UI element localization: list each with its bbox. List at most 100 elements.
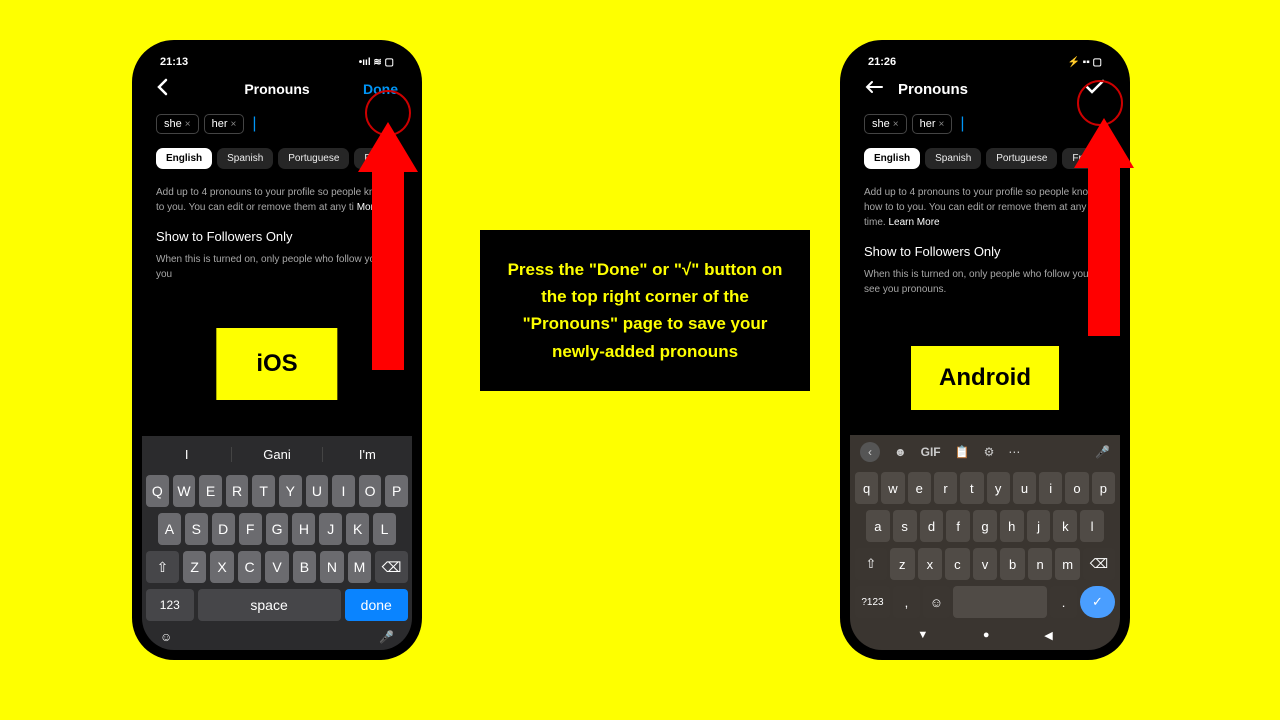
numeric-key[interactable]: ?123 <box>855 586 890 618</box>
keyboard-suggestions: I Gani I'm <box>142 436 412 472</box>
key[interactable]: E <box>199 475 222 507</box>
key[interactable]: J <box>319 513 342 545</box>
numeric-key[interactable]: 123 <box>146 589 194 621</box>
key[interactable]: R <box>226 475 249 507</box>
gif-button[interactable]: GIF <box>921 445 941 459</box>
nav-menu-icon[interactable]: ▼ <box>917 629 928 642</box>
key[interactable]: b <box>1000 548 1025 580</box>
key[interactable]: Y <box>279 475 302 507</box>
key[interactable]: y <box>987 472 1010 504</box>
key[interactable]: U <box>306 475 329 507</box>
key[interactable]: u <box>1013 472 1036 504</box>
key[interactable]: W <box>173 475 196 507</box>
key[interactable]: q <box>855 472 878 504</box>
remove-icon: × <box>231 119 237 130</box>
key[interactable]: I <box>332 475 355 507</box>
back-arrow-icon[interactable] <box>864 80 884 99</box>
key[interactable]: F <box>239 513 262 545</box>
text-cursor: | <box>252 115 256 133</box>
shift-key[interactable]: ⇧ <box>146 551 179 583</box>
key[interactable]: A <box>158 513 181 545</box>
emoji-icon[interactable]: ☺ <box>160 630 172 644</box>
pronoun-chip[interactable]: her× <box>204 114 245 134</box>
section-label: Show to Followers Only <box>864 244 1001 259</box>
nav-home-icon[interactable]: ● <box>983 629 990 642</box>
key[interactable]: D <box>212 513 235 545</box>
android-time: 21:26 <box>868 56 896 68</box>
key[interactable]: h <box>1000 510 1024 542</box>
sticker-icon[interactable]: ☻ <box>894 445 907 459</box>
pronoun-chip[interactable]: she× <box>156 114 199 134</box>
key[interactable]: C <box>238 551 261 583</box>
key[interactable]: c <box>945 548 970 580</box>
key[interactable]: f <box>946 510 970 542</box>
key[interactable]: B <box>293 551 316 583</box>
shift-key[interactable]: ⇧ <box>855 548 887 580</box>
key[interactable]: r <box>934 472 957 504</box>
space-key[interactable] <box>953 586 1047 618</box>
key[interactable]: M <box>348 551 371 583</box>
key[interactable]: Q <box>146 475 169 507</box>
collapse-icon[interactable]: ‹ <box>860 442 880 462</box>
key[interactable]: j <box>1027 510 1051 542</box>
key[interactable]: O <box>359 475 382 507</box>
keyboard-toolbar: ‹ ☻ GIF 📋 ⚙ ⋯ 🎤 <box>850 435 1120 469</box>
mic-icon[interactable]: 🎤 <box>379 630 394 644</box>
key[interactable]: T <box>252 475 275 507</box>
lang-pill[interactable]: Portuguese <box>986 148 1057 169</box>
pronoun-chip[interactable]: her× <box>912 114 953 134</box>
key[interactable]: a <box>866 510 890 542</box>
clipboard-icon[interactable]: 📋 <box>955 445 970 459</box>
key[interactable]: s <box>893 510 917 542</box>
more-icon[interactable]: ⋯ <box>1008 445 1020 459</box>
key[interactable]: k <box>1053 510 1077 542</box>
key[interactable]: v <box>973 548 998 580</box>
key[interactable]: e <box>908 472 931 504</box>
keyboard-done-key[interactable]: done <box>345 589 409 621</box>
lang-pill[interactable]: Spanish <box>925 148 981 169</box>
key[interactable]: H <box>292 513 315 545</box>
key[interactable]: m <box>1055 548 1080 580</box>
key[interactable]: w <box>881 472 904 504</box>
mic-icon[interactable]: 🎤 <box>1095 445 1110 459</box>
key[interactable]: K <box>346 513 369 545</box>
key[interactable]: P <box>385 475 408 507</box>
nav-back-icon[interactable]: ◀ <box>1044 629 1052 642</box>
comma-key[interactable]: , <box>893 586 920 618</box>
key[interactable]: p <box>1092 472 1115 504</box>
suggestion[interactable]: Gani <box>232 447 322 462</box>
suggestion[interactable]: I'm <box>323 447 412 462</box>
key[interactable]: t <box>960 472 983 504</box>
space-key[interactable]: space <box>198 589 341 621</box>
period-key[interactable]: . <box>1050 586 1077 618</box>
backspace-key[interactable]: ⌫ <box>375 551 408 583</box>
key[interactable]: V <box>265 551 288 583</box>
pronoun-chip[interactable]: she× <box>864 114 907 134</box>
key[interactable]: i <box>1039 472 1062 504</box>
key[interactable]: n <box>1028 548 1053 580</box>
key[interactable]: x <box>918 548 943 580</box>
lang-pill[interactable]: English <box>864 148 920 169</box>
key[interactable]: d <box>920 510 944 542</box>
key[interactable]: X <box>210 551 233 583</box>
lang-pill[interactable]: Spanish <box>217 148 273 169</box>
remove-icon: × <box>185 119 191 130</box>
key[interactable]: Z <box>183 551 206 583</box>
os-label-ios: iOS <box>216 328 337 400</box>
backspace-key[interactable]: ⌫ <box>1083 548 1115 580</box>
key[interactable]: o <box>1065 472 1088 504</box>
lang-pill[interactable]: English <box>156 148 212 169</box>
key[interactable]: l <box>1080 510 1104 542</box>
key[interactable]: z <box>890 548 915 580</box>
key[interactable]: L <box>373 513 396 545</box>
key[interactable]: g <box>973 510 997 542</box>
lang-pill[interactable]: Portuguese <box>278 148 349 169</box>
emoji-key[interactable]: ☺ <box>923 586 950 618</box>
key[interactable]: G <box>266 513 289 545</box>
enter-key[interactable]: ✓ <box>1080 586 1115 618</box>
suggestion[interactable]: I <box>142 447 232 462</box>
settings-icon[interactable]: ⚙ <box>984 445 995 459</box>
key[interactable]: S <box>185 513 208 545</box>
key[interactable]: N <box>320 551 343 583</box>
back-chevron-icon[interactable] <box>156 78 176 101</box>
